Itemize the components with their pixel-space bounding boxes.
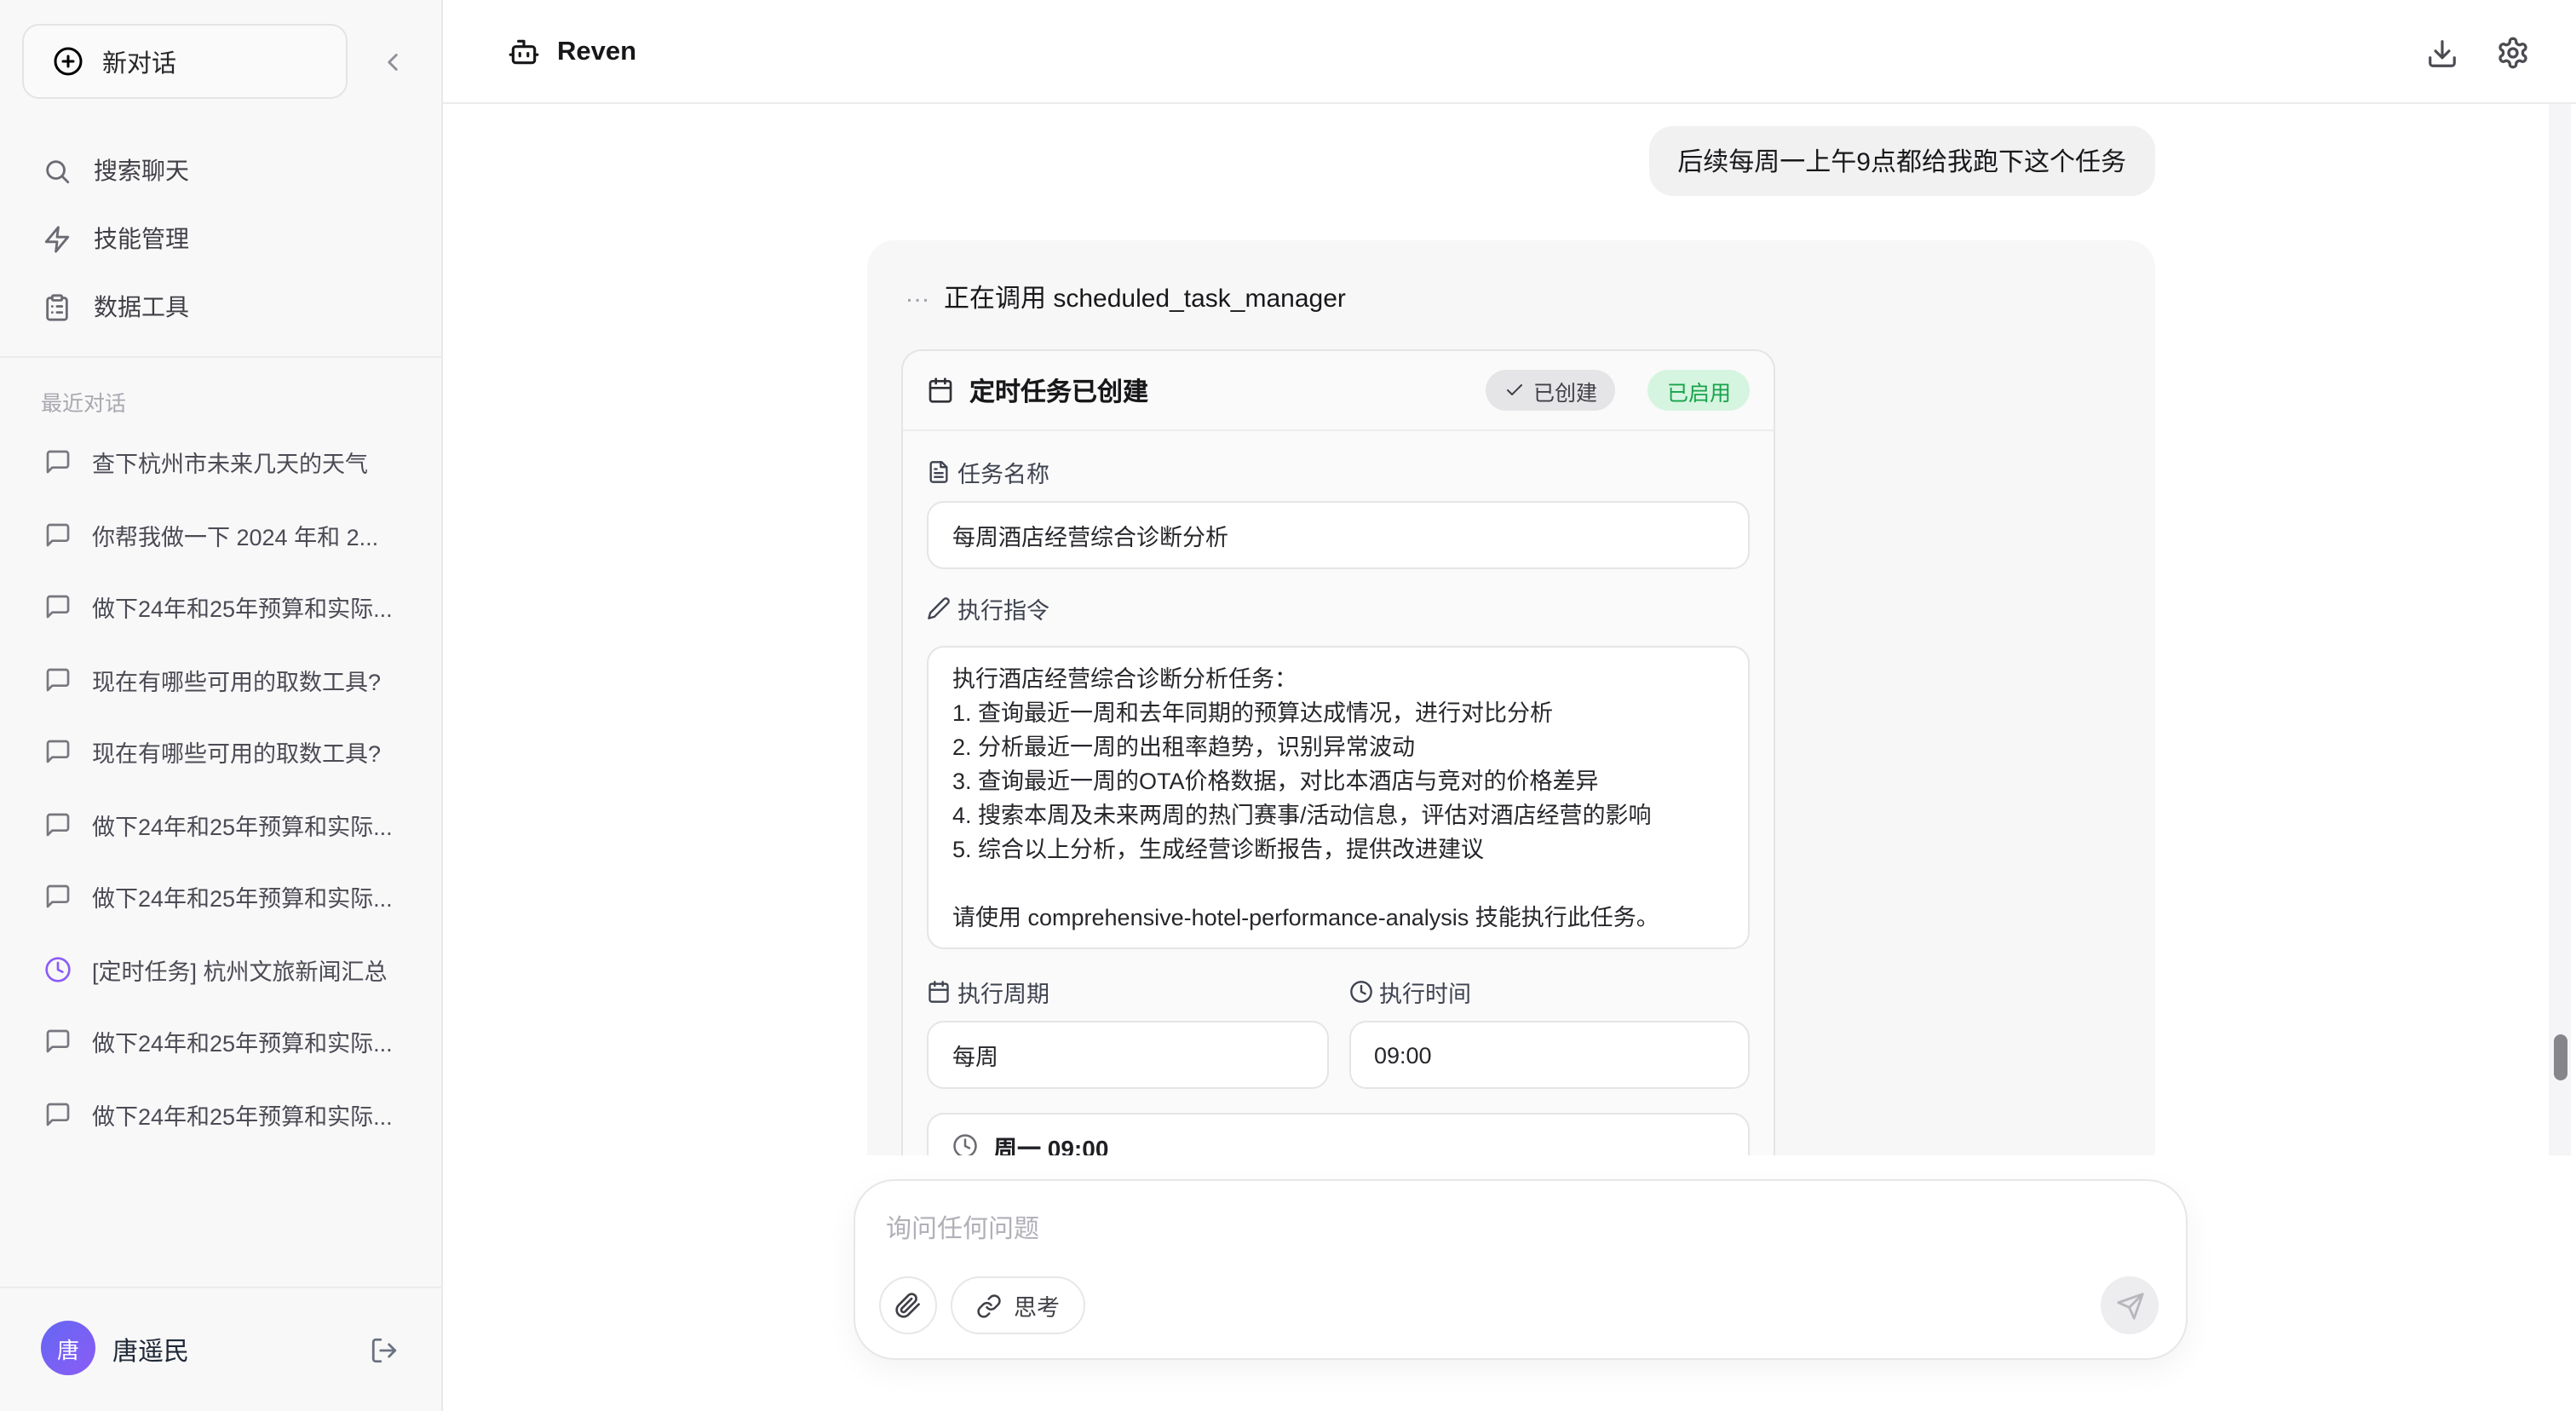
link-icon [976,1293,1002,1318]
conversation-item[interactable]: 你帮我做一下 2024 年和 2... [0,498,443,571]
sidebar-menu: 搜索聊天 技能管理 数据工具 [0,136,443,341]
sidebar: 新对话 搜索聊天 技能管理 数据工具 最近对话 查下杭州市未来几天的 [0,0,443,1411]
logout-icon [369,1335,398,1364]
topbar: Reven [443,0,2576,104]
chevron-left-icon [377,47,406,76]
download-icon [2425,37,2458,69]
recent-conversations-label: 最近对话 [41,385,126,418]
instructions-label: 执行指令 [927,591,1750,625]
status-badge-created: 已创建 [1486,370,1616,411]
task-name-field[interactable]: 每周酒店经营综合诊断分析 [927,501,1750,569]
sidebar-item-label: 技能管理 [94,222,189,256]
conversation-item[interactable]: 现在有哪些可用的取数工具? [0,643,443,716]
time-label: 执行时间 [1348,975,1750,1009]
pencil-icon [927,596,951,620]
sidebar-item-label: 数据工具 [94,290,189,324]
scrollbar-thumb[interactable] [2553,1034,2567,1080]
schedule-summary: 周一 09:00 [927,1113,1750,1155]
message-input[interactable] [886,1210,2079,1247]
clipboard-icon [43,292,72,321]
check-icon [1504,380,1525,400]
logout-button[interactable] [365,1331,402,1368]
paperclip-icon [894,1292,922,1319]
chat-icon [44,1101,72,1128]
avatar: 唐 [41,1321,95,1375]
plus-circle-icon [53,46,83,77]
app-logo: Reven [508,0,636,104]
chat-icon [44,449,72,476]
download-button[interactable] [2423,34,2460,72]
assistant-message: … 正在调用 scheduled_task_manager 定时任务已创建 已创… [867,240,2155,1155]
sidebar-item-skills[interactable]: 技能管理 [0,204,443,273]
user-profile[interactable]: 唐 唐遥民 [0,1287,443,1411]
task-name-label: 任务名称 [927,455,1750,489]
task-card-body: 任务名称 每周酒店经营综合诊断分析 执行指令 执行酒店经营综合诊断分析任务： 1… [903,431,1774,1155]
task-card-title: 定时任务已创建 [969,372,1470,408]
scheduled-task-card: 定时任务已创建 已创建 已启用 任务名称 每周酒店经营综合诊断分析 [901,349,1775,1155]
scrollbar-track[interactable] [2549,104,2571,1155]
chat-icon [44,594,72,621]
conversation-item[interactable]: 现在有哪些可用的取数工具? [0,716,443,788]
user-name: 唐遥民 [112,1333,189,1368]
conversation-item[interactable]: 查下杭州市未来几天的天气 [0,426,443,498]
gear-icon [2496,36,2530,70]
settings-button[interactable] [2494,34,2532,72]
chat-icon [44,666,72,694]
task-card-header: 定时任务已创建 已创建 已启用 [903,351,1774,429]
conversation-item-scheduled-task[interactable]: [定时任务] 杭州文旅新闻汇总 [0,933,443,1005]
sidebar-item-search-chats[interactable]: 搜索聊天 [0,136,443,204]
new-chat-button[interactable]: 新对话 [22,24,348,99]
sidebar-collapse-button[interactable] [368,37,416,85]
conversation-list: 查下杭州市未来几天的天气 你帮我做一下 2024 年和 2... 做下24年和2… [0,426,443,1150]
calendar-icon [927,980,951,1004]
bot-icon [508,36,540,68]
chat-icon [44,811,72,838]
think-label: 思考 [1014,1288,1060,1322]
chat-icon [44,1028,72,1056]
conversation-item[interactable]: 做下24年和25年预算和实际... [0,788,443,861]
clock-icon [44,956,72,983]
loading-dots: … [905,279,930,315]
chat-icon [44,884,72,911]
user-message-bubble: 后续每周一上午9点都给我跑下这个任务 [1648,126,2155,196]
conversation-item[interactable]: 做下24年和25年预算和实际... [0,861,443,933]
app-name: Reven [557,37,636,67]
schedule-labels-row: 执行周期 每周 执行时间 09:00 [927,975,1750,1089]
chat-scroll-area: 后续每周一上午9点都给我跑下这个任务 … 正在调用 scheduled_task… [443,104,2576,1155]
composer: 思考 [854,1179,2188,1360]
calendar-icon [927,377,954,404]
file-text-icon [927,460,951,484]
conversation-item[interactable]: 做下24年和25年预算和实际... [0,1078,443,1150]
status-badge-enabled: 已启用 [1648,370,1750,411]
cycle-field[interactable]: 每周 [927,1021,1328,1089]
new-chat-label: 新对话 [102,43,176,79]
conversation-item[interactable]: 做下24年和25年预算和实际... [0,571,443,643]
search-icon [43,156,72,185]
chat-icon [44,521,72,549]
tool-call-status-text: 正在调用 scheduled_task_manager [944,279,1346,315]
clock-icon [952,1133,978,1155]
tool-call-status: … 正在调用 scheduled_task_manager [905,279,1346,315]
send-button[interactable] [2101,1276,2159,1334]
send-icon [2115,1291,2144,1320]
sidebar-item-label: 搜索聊天 [94,153,189,187]
app: 新对话 搜索聊天 技能管理 数据工具 最近对话 查下杭州市未来几天的 [0,0,2576,1411]
think-toggle-button[interactable]: 思考 [951,1276,1085,1334]
time-field[interactable]: 09:00 [1348,1021,1750,1089]
cycle-label: 执行周期 [927,975,1328,1009]
sidebar-divider [0,356,443,358]
zap-icon [43,224,72,253]
instructions-field[interactable]: 执行酒店经营综合诊断分析任务： 1. 查询最近一周和去年同期的预算达成情况，进行… [927,646,1750,949]
chat-icon [44,739,72,766]
attach-button[interactable] [879,1276,937,1334]
clock-icon [1348,980,1372,1004]
schedule-summary-text: 周一 09:00 [993,1132,1108,1155]
sidebar-item-data-tools[interactable]: 数据工具 [0,273,443,341]
conversation-item[interactable]: 做下24年和25年预算和实际... [0,1005,443,1078]
